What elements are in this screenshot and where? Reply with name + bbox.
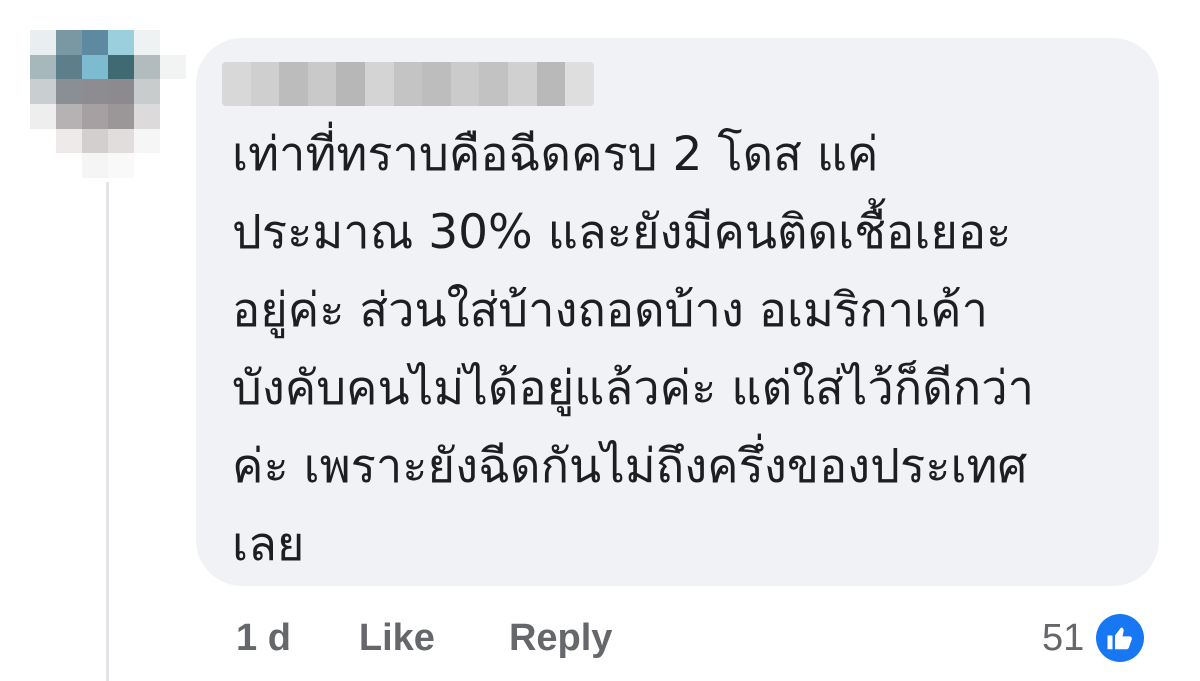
reaction-count: 51 (1042, 616, 1085, 659)
avatar-pixel (160, 128, 186, 154)
reply-button[interactable]: Reply (509, 617, 612, 660)
name-pixel (222, 62, 251, 106)
avatar-pixel (134, 153, 160, 178)
avatar-pixel (30, 103, 56, 129)
reaction-summary[interactable]: 51 (1042, 608, 1145, 668)
author-name[interactable] (222, 62, 594, 106)
avatar-pixel (30, 30, 56, 55)
avatar-pixel (56, 128, 82, 154)
name-pixel (536, 62, 566, 106)
avatar-pixel (108, 103, 134, 129)
avatar-pixel (160, 153, 186, 178)
avatar-pixel (108, 128, 134, 154)
like-button[interactable]: Like (359, 617, 435, 660)
avatar-pixel (56, 79, 82, 104)
avatar-pixel (56, 153, 82, 178)
avatar-pixel (108, 153, 134, 178)
avatar-pixel (30, 79, 56, 104)
avatar-pixel (134, 54, 160, 80)
name-pixel (307, 62, 337, 106)
comment-actions: 1 d Like Reply (236, 608, 612, 668)
avatar-pixel (160, 103, 186, 129)
thread-line (106, 182, 109, 681)
avatar-pixel (160, 30, 186, 55)
name-pixel (565, 62, 594, 106)
comment-timestamp[interactable]: 1 d (236, 617, 291, 660)
name-pixel (279, 62, 308, 106)
avatar-pixel (82, 30, 108, 55)
avatar-pixel (30, 54, 56, 80)
avatar-pixel (160, 79, 186, 104)
name-pixel (393, 62, 423, 106)
avatar-pixel (134, 128, 160, 154)
name-pixel (250, 62, 280, 106)
avatar-pixel (82, 54, 108, 80)
avatar-pixel (82, 103, 108, 129)
avatar-pixel (82, 153, 108, 178)
name-pixel (365, 62, 394, 106)
name-pixel (422, 62, 451, 106)
name-pixel (450, 62, 480, 106)
avatar-pixel (56, 30, 82, 55)
avatar-pixel (82, 79, 108, 104)
avatar-pixel (160, 54, 186, 80)
avatar-pixel (108, 54, 134, 80)
avatar[interactable] (30, 30, 186, 178)
avatar-pixel (134, 79, 160, 104)
name-pixel (336, 62, 366, 106)
name-pixel (479, 62, 509, 106)
avatar-pixel (108, 30, 134, 55)
avatar-pixel (108, 79, 134, 104)
avatar-pixel (30, 153, 56, 178)
avatar-pixel (30, 128, 56, 154)
like-thumb-icon (1096, 614, 1145, 662)
avatar-pixel (56, 103, 82, 129)
name-pixel (508, 62, 537, 106)
comment-text: เท่าที่ทราบคือฉีดครบ 2 โดส แค่ ประมาณ 30… (232, 127, 1034, 572)
avatar-pixel (56, 54, 82, 80)
avatar-pixel (134, 103, 160, 129)
avatar-pixel (134, 30, 160, 55)
avatar-pixel (82, 128, 108, 154)
